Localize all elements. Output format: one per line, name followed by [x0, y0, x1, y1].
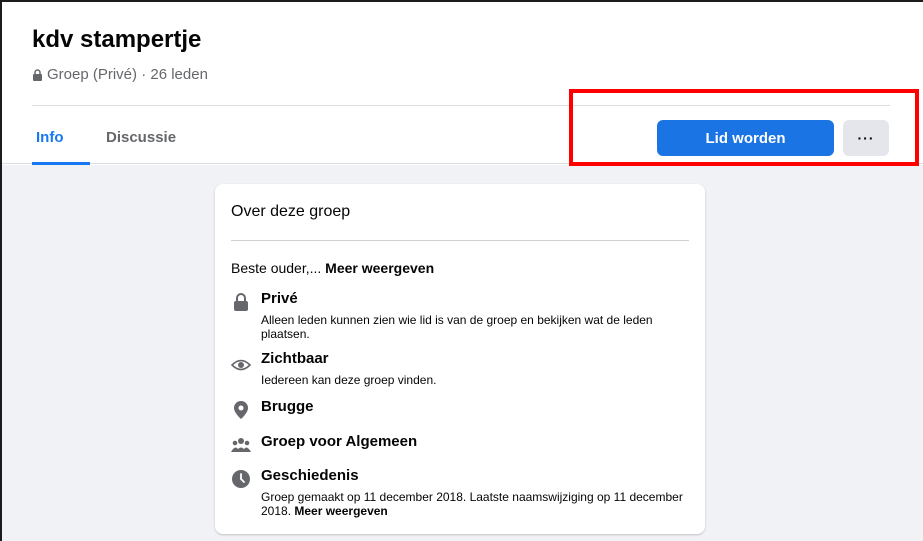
- location-pin-icon: [231, 400, 251, 420]
- lock-icon: [231, 292, 251, 312]
- group-subtitle-text: Groep (Privé) · 26 leden: [47, 66, 208, 83]
- tab-discussie[interactable]: Discussie: [106, 129, 176, 146]
- about-item-title: Brugge: [261, 398, 314, 415]
- tab-info[interactable]: Info: [36, 129, 64, 146]
- about-item-title: Geschiedenis: [261, 467, 359, 484]
- about-card: Over deze groep Beste ouder,... Meer wee…: [215, 184, 705, 534]
- intro-see-more-link[interactable]: Meer weergeven: [325, 260, 434, 276]
- people-icon: [231, 435, 251, 455]
- about-item-title: Zichtbaar: [261, 350, 329, 367]
- lock-icon: [33, 68, 42, 81]
- about-item-description: Iedereen kan deze groep vinden.: [261, 373, 437, 387]
- about-card-title: Over deze groep: [231, 203, 351, 220]
- about-intro: Beste ouder,... Meer weergeven: [231, 260, 434, 276]
- about-item-description: Groep gemaakt op 11 december 2018. Laats…: [261, 490, 701, 518]
- about-intro-text: Beste ouder,...: [231, 260, 326, 276]
- about-item-description: Alleen leden kunnen zien wie lid is van …: [261, 313, 653, 341]
- highlight-annotation-box: [569, 89, 919, 166]
- card-divider: [231, 240, 689, 241]
- group-name: kdv stampertje: [32, 26, 202, 53]
- about-item-title: Groep voor Algemeen: [261, 433, 418, 450]
- active-tab-indicator: [32, 162, 90, 165]
- clock-icon: [231, 469, 251, 489]
- history-see-more-link[interactable]: Meer weergeven: [294, 504, 387, 518]
- group-subtitle: Groep (Privé) · 26 leden: [32, 66, 208, 83]
- eye-icon: [231, 355, 251, 375]
- about-item-title: Privé: [261, 290, 298, 307]
